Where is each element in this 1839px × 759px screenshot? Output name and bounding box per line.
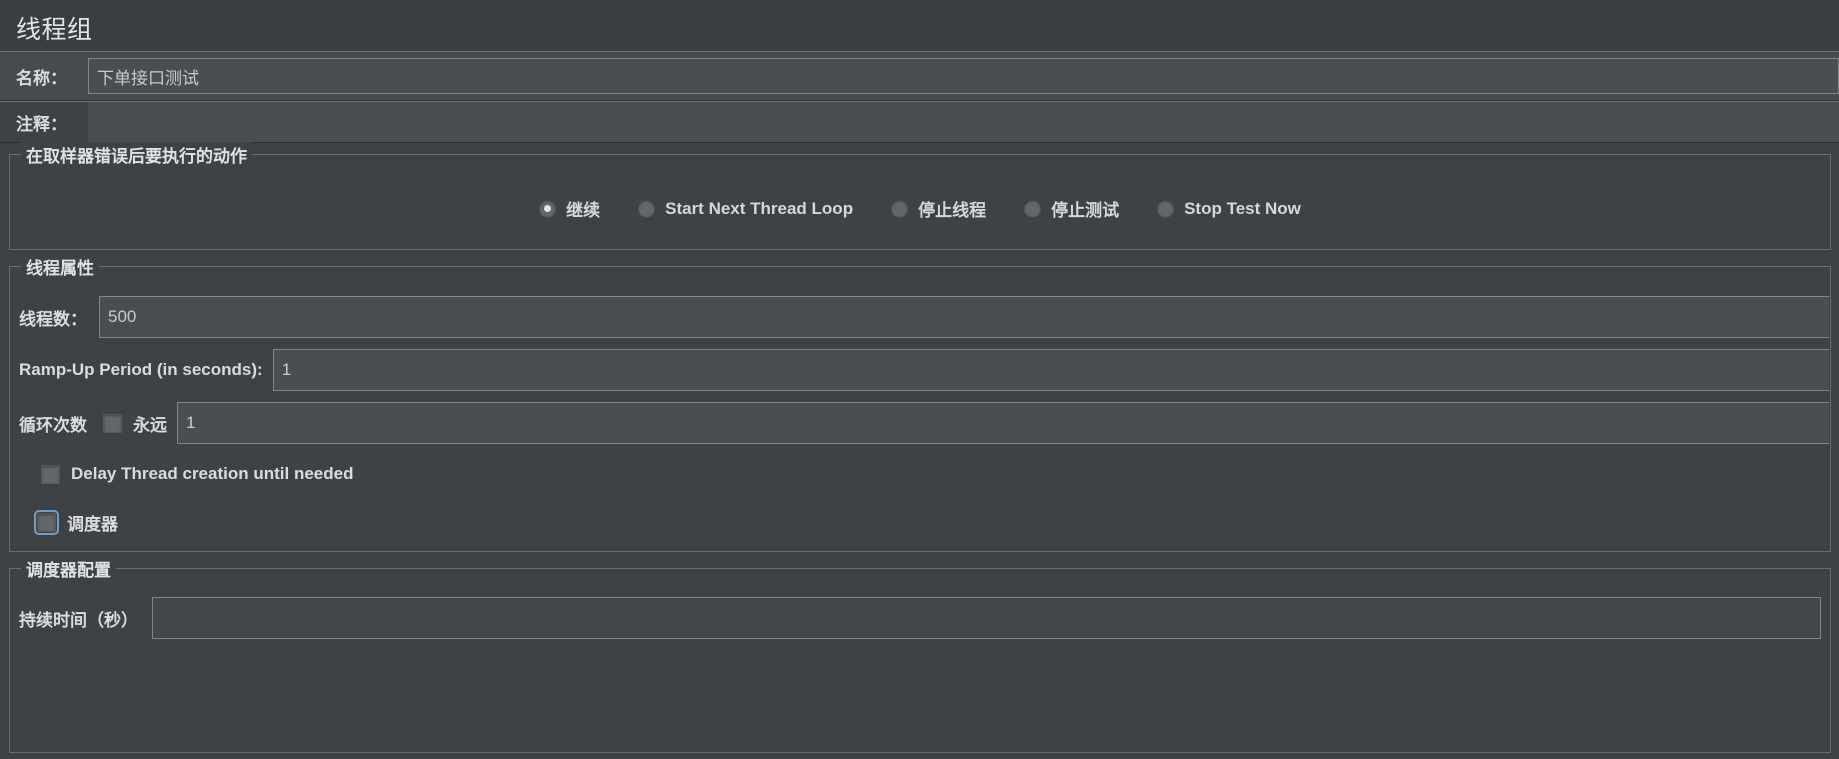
duration-input[interactable] (152, 597, 1821, 639)
loop-count-label: 循环次数 (19, 415, 87, 435)
radio-stop-test-now-label: Stop Test Now (1184, 198, 1301, 218)
thread-count-label: 线程数： (19, 309, 87, 329)
radio-dot-icon (891, 200, 909, 217)
checkbox-icon (41, 464, 60, 484)
radio-start-next-thread-loop[interactable]: Start Next Thread Loop (638, 199, 853, 219)
comment-input[interactable] (88, 102, 1839, 142)
loop-forever-checkbox[interactable]: 永远 (103, 411, 167, 436)
loop-count-row: 循环次数 永远 (10, 399, 1830, 447)
radio-dot-icon (539, 200, 557, 217)
thread-properties-group: 线程属性 线程数： Ramp-Up Period (in seconds): 循… (9, 254, 1831, 552)
name-input[interactable] (88, 58, 1839, 94)
radio-dot-icon (638, 200, 656, 217)
sampler-error-action-group: 在取样器错误后要执行的动作 继续 Start Next Thread Loop … (9, 142, 1831, 250)
name-label: 名称： (16, 68, 67, 88)
delay-thread-creation-label: Delay Thread creation until needed (71, 464, 354, 483)
loop-forever-label: 永远 (133, 415, 167, 435)
scheduler-checkbox[interactable]: 调度器 (34, 509, 118, 535)
name-row: 名称： (0, 51, 1839, 101)
ramp-up-label: Ramp-Up Period (in seconds): (19, 360, 263, 379)
page-title: 线程组 (16, 16, 93, 44)
radio-stop-test-label: 停止测试 (1051, 201, 1120, 220)
radio-stop-thread-label: 停止线程 (918, 201, 987, 220)
thread-properties-title: 线程属性 (21, 254, 99, 279)
loop-count-input[interactable] (177, 402, 1829, 444)
duration-row: 持续时间（秒） (10, 594, 1830, 642)
duration-label: 持续时间（秒） (19, 610, 138, 630)
panel-header: 线程组 (0, 0, 1839, 51)
radio-continue[interactable]: 继续 (539, 196, 600, 221)
radio-stop-test[interactable]: 停止测试 (1024, 196, 1119, 221)
sampler-error-action-title: 在取样器错误后要执行的动作 (21, 142, 252, 167)
radio-dot-icon (1024, 200, 1042, 217)
delay-thread-creation-checkbox[interactable]: Delay Thread creation until needed (41, 464, 353, 484)
checkbox-icon (103, 413, 122, 433)
comment-label: 注释： (16, 114, 67, 134)
radio-dot-icon (1157, 200, 1175, 217)
delay-thread-creation-row: Delay Thread creation until needed (10, 454, 1830, 494)
sampler-error-radio-group: 继续 Start Next Thread Loop 停止线程 停止测试 Stop… (10, 196, 1830, 221)
radio-continue-label: 继续 (566, 201, 601, 220)
radio-stop-test-now[interactable]: Stop Test Now (1157, 199, 1301, 219)
ramp-up-row: Ramp-Up Period (in seconds): (10, 346, 1830, 394)
radio-start-next-thread-loop-label: Start Next Thread Loop (665, 198, 854, 218)
thread-group-panel: 线程组 名称： 注释： 在取样器错误后要执行的动作 继续 Start Next … (0, 0, 1839, 759)
scheduler-configuration-title: 调度器配置 (21, 556, 116, 581)
ramp-up-input[interactable] (272, 349, 1829, 391)
comment-row: 注释： (0, 101, 1839, 143)
radio-stop-thread[interactable]: 停止线程 (891, 196, 986, 221)
thread-count-row: 线程数： (10, 293, 1830, 341)
scheduler-configuration-group: 调度器配置 持续时间（秒） (9, 556, 1831, 753)
scheduler-row: 调度器 (10, 502, 1830, 542)
checkbox-icon (34, 509, 59, 535)
scheduler-label: 调度器 (67, 514, 118, 534)
thread-count-input[interactable] (99, 296, 1829, 338)
